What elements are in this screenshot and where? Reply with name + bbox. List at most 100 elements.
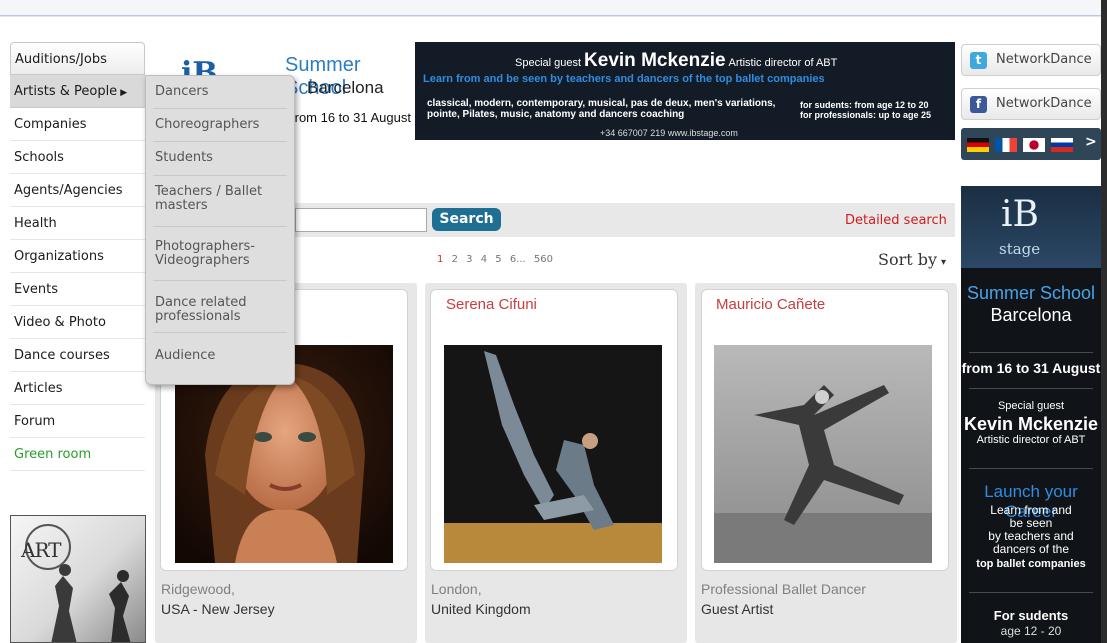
nav-item-health[interactable]: Health bbox=[10, 207, 145, 240]
detailed-search-link[interactable]: Detailed search bbox=[845, 213, 947, 228]
profile-location: London, United Kingdom bbox=[431, 579, 531, 619]
nav-item-green-room[interactable]: Green room bbox=[10, 438, 145, 471]
divider bbox=[969, 592, 1093, 593]
nav-item-articles[interactable]: Articles bbox=[10, 372, 145, 405]
page-link[interactable]: 4 bbox=[481, 254, 487, 265]
submenu-arrow-icon: ▶ bbox=[120, 88, 128, 98]
divider bbox=[153, 141, 287, 142]
page-link-last[interactable]: 560 bbox=[534, 254, 553, 265]
profile-location: Professional Ballet Dancer Guest Artist bbox=[701, 579, 866, 619]
search-button[interactable]: Search bbox=[432, 208, 501, 231]
page-link[interactable]: 6... bbox=[510, 254, 526, 265]
nav-item-auditions-jobs[interactable]: Auditions/Jobs bbox=[10, 42, 145, 75]
location-line-1: London, bbox=[431, 581, 482, 597]
facebook-label: NetworkDance bbox=[996, 96, 1092, 111]
ad-age: age 12 - 20 bbox=[1000, 624, 1062, 638]
submenu-item-audience[interactable]: Audience bbox=[155, 349, 287, 363]
location-line-2: United Kingdom bbox=[431, 601, 531, 617]
profile-name[interactable]: Serena Cifuni bbox=[446, 296, 537, 313]
banner-right-panel: Special guest Kevin Mckenzie Artistic dire… bbox=[415, 42, 955, 140]
divider bbox=[153, 175, 287, 176]
twitter-icon: t bbox=[970, 52, 987, 69]
divider bbox=[153, 108, 287, 109]
nav-item-events[interactable]: Events bbox=[10, 273, 145, 306]
banner-contact: +34 667007 219 www.ibstage.com bbox=[600, 128, 738, 138]
submenu-item-dance-related-professionals[interactable]: Dance related professionals bbox=[155, 296, 287, 324]
japanese-flag-icon[interactable] bbox=[1023, 138, 1045, 152]
location-line-2: USA - New Jersey bbox=[161, 601, 275, 617]
submenu-item-choreographers[interactable]: Choreographers bbox=[155, 118, 287, 132]
nav-item-companies[interactable]: Companies bbox=[10, 108, 145, 141]
search-input[interactable] bbox=[295, 208, 427, 232]
divider bbox=[153, 226, 287, 227]
page-link[interactable]: 3 bbox=[466, 254, 472, 265]
russian-flag-icon[interactable] bbox=[1051, 138, 1073, 152]
twitter-button[interactable]: t NetworkDance bbox=[961, 44, 1101, 76]
ad-guest-name: Kevin Mckenzie bbox=[963, 414, 1099, 434]
ad-companies: top ballet companies bbox=[976, 558, 1086, 570]
submenu-item-students[interactable]: Students bbox=[155, 151, 287, 165]
artists-people-submenu: Dancers Choreographers Students Teachers… bbox=[145, 75, 295, 385]
page-link[interactable]: 5 bbox=[495, 254, 501, 265]
nav-item-forum[interactable]: Forum bbox=[10, 405, 145, 438]
banner-age-info: for sudents: from age 12 to 20 for profes… bbox=[800, 100, 955, 120]
submenu-item-dancers[interactable]: Dancers bbox=[155, 85, 287, 99]
ad-guest-role: Artistic director of ABT bbox=[976, 434, 1086, 446]
german-flag-icon[interactable] bbox=[967, 138, 989, 152]
summer-school-side-ad[interactable]: iB stage Summer School Barcelona from 16… bbox=[961, 186, 1101, 643]
ad-special-guest: Special guest bbox=[997, 400, 1065, 412]
banner-city: Barcelona bbox=[307, 78, 384, 97]
page-link[interactable]: 2 bbox=[452, 254, 458, 265]
scrollbar[interactable] bbox=[1101, 0, 1107, 643]
divider bbox=[0, 16, 1107, 17]
special-guest-label: Special guest bbox=[515, 57, 582, 69]
divider bbox=[969, 468, 1093, 469]
ad-learn-text: Learn from and be seen by teachers and d… bbox=[961, 504, 1101, 556]
banner-special-guest: Special guest Kevin Mckenzie Artistic dire… bbox=[515, 50, 837, 72]
profile-location: Ridgewood, USA - New Jersey bbox=[161, 579, 275, 619]
guest-role: Artistic director of ABT bbox=[728, 57, 838, 69]
nav-item-artists-people[interactable]: Artists & People ▶ bbox=[10, 75, 145, 108]
location-line-2: Guest Artist bbox=[701, 601, 774, 617]
nav-item-dance-courses[interactable]: Dance courses bbox=[10, 339, 145, 372]
left-navigation: Auditions/Jobs Artists & People ▶ Compani… bbox=[10, 42, 145, 471]
banner-disciplines: classical, modern, contemporary, musical… bbox=[427, 98, 776, 120]
profile-name[interactable]: Mauricio Cañete bbox=[716, 296, 825, 313]
nav-item-organizations[interactable]: Organizations bbox=[10, 240, 145, 273]
location-line-1: Ridgewood, bbox=[161, 581, 235, 597]
ad-city: Barcelona bbox=[990, 305, 1072, 325]
ibstage-logo: iB bbox=[1001, 194, 1039, 235]
facebook-button[interactable]: f NetworkDance bbox=[961, 88, 1101, 120]
page: Auditions/Jobs Artists & People ▶ Compani… bbox=[0, 0, 1107, 643]
french-flag-icon[interactable] bbox=[995, 138, 1017, 152]
pagination: 1 2 3 4 5 6... 560 bbox=[437, 254, 558, 265]
divider bbox=[153, 280, 287, 281]
ad-summer-school: Summer School bbox=[966, 283, 1096, 303]
facebook-icon: f bbox=[970, 96, 987, 113]
ibstage-logo-sub: stage bbox=[999, 240, 1041, 258]
chevron-down-icon: ▾ bbox=[941, 257, 947, 268]
divider bbox=[969, 352, 1093, 353]
learn-line: dancers of the bbox=[992, 542, 1070, 556]
next-arrow-icon[interactable]: > bbox=[1085, 134, 1097, 150]
professionals-age: for professionals: up to age 25 bbox=[800, 110, 932, 120]
location-line-1: Professional Ballet Dancer bbox=[701, 581, 866, 597]
page-link-current[interactable]: 1 bbox=[437, 254, 443, 265]
dancers-photo bbox=[444, 345, 662, 563]
submenu-item-teachers-ballet-masters[interactable]: Teachers / Ballet masters bbox=[155, 185, 287, 213]
submenu-item-photographers-videographers[interactable]: Photographers-Videographers bbox=[155, 240, 287, 268]
art-logo-image[interactable]: ART bbox=[10, 515, 146, 643]
nav-item-agents-agencies[interactable]: Agents/Agencies bbox=[10, 174, 145, 207]
nav-item-label: Artists & People bbox=[14, 84, 118, 99]
sort-by-dropdown[interactable]: Sort by ▾ bbox=[878, 250, 946, 269]
sort-label: Sort by bbox=[878, 250, 938, 269]
divider bbox=[153, 332, 287, 333]
divider bbox=[969, 388, 1093, 389]
ad-header: iB stage bbox=[961, 186, 1101, 268]
nav-item-video-photo[interactable]: Video & Photo bbox=[10, 306, 145, 339]
nav-item-schools[interactable]: Schools bbox=[10, 141, 145, 174]
profile-photo[interactable] bbox=[444, 345, 662, 563]
browser-top-bar bbox=[0, 0, 1107, 16]
banner-learn-text: Learn from and be seen by teachers and d… bbox=[423, 73, 825, 85]
profile-photo[interactable] bbox=[714, 345, 932, 563]
